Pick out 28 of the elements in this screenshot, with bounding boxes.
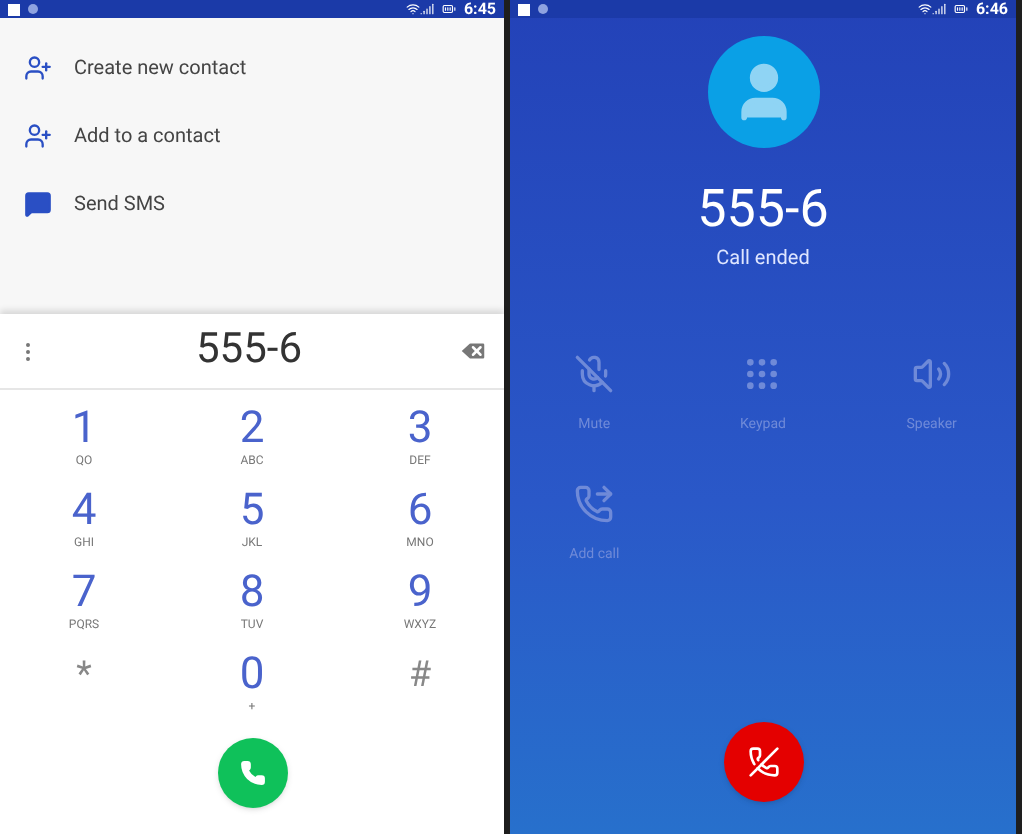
add-call-icon [574,483,615,523]
status-time: 6:45 [463,1,496,17]
mute-icon [574,354,615,394]
call-status: Call ended [716,246,810,274]
call-button[interactable] [217,738,287,808]
add-person-icon [23,54,51,82]
wifi-icon [405,2,420,16]
status-time: 6:46 [975,1,1008,17]
speaker-icon [911,354,952,394]
caller-number: 555-6 [697,180,829,240]
signal-icon [419,2,434,16]
action-item[interactable]: Create new contact [0,34,504,102]
end-call-button[interactable] [723,722,803,802]
battery-icon [953,2,968,16]
keypad-icon [742,354,783,394]
add-person-icon [23,122,51,150]
battery-icon [441,2,456,16]
action-item[interactable]: Add to a contact [0,102,504,170]
phone-icon [239,760,265,786]
action-item[interactable]: Send SMS [0,170,504,238]
signal-icon [931,2,946,16]
notification-icon [518,3,530,15]
hang-up-icon [747,746,779,778]
wifi-icon [917,2,932,16]
dial-field[interactable]: 555-6 [40,319,458,383]
dial-key[interactable]: # [336,652,504,734]
dial-key[interactable]: * [0,652,168,734]
message-icon [23,190,51,218]
